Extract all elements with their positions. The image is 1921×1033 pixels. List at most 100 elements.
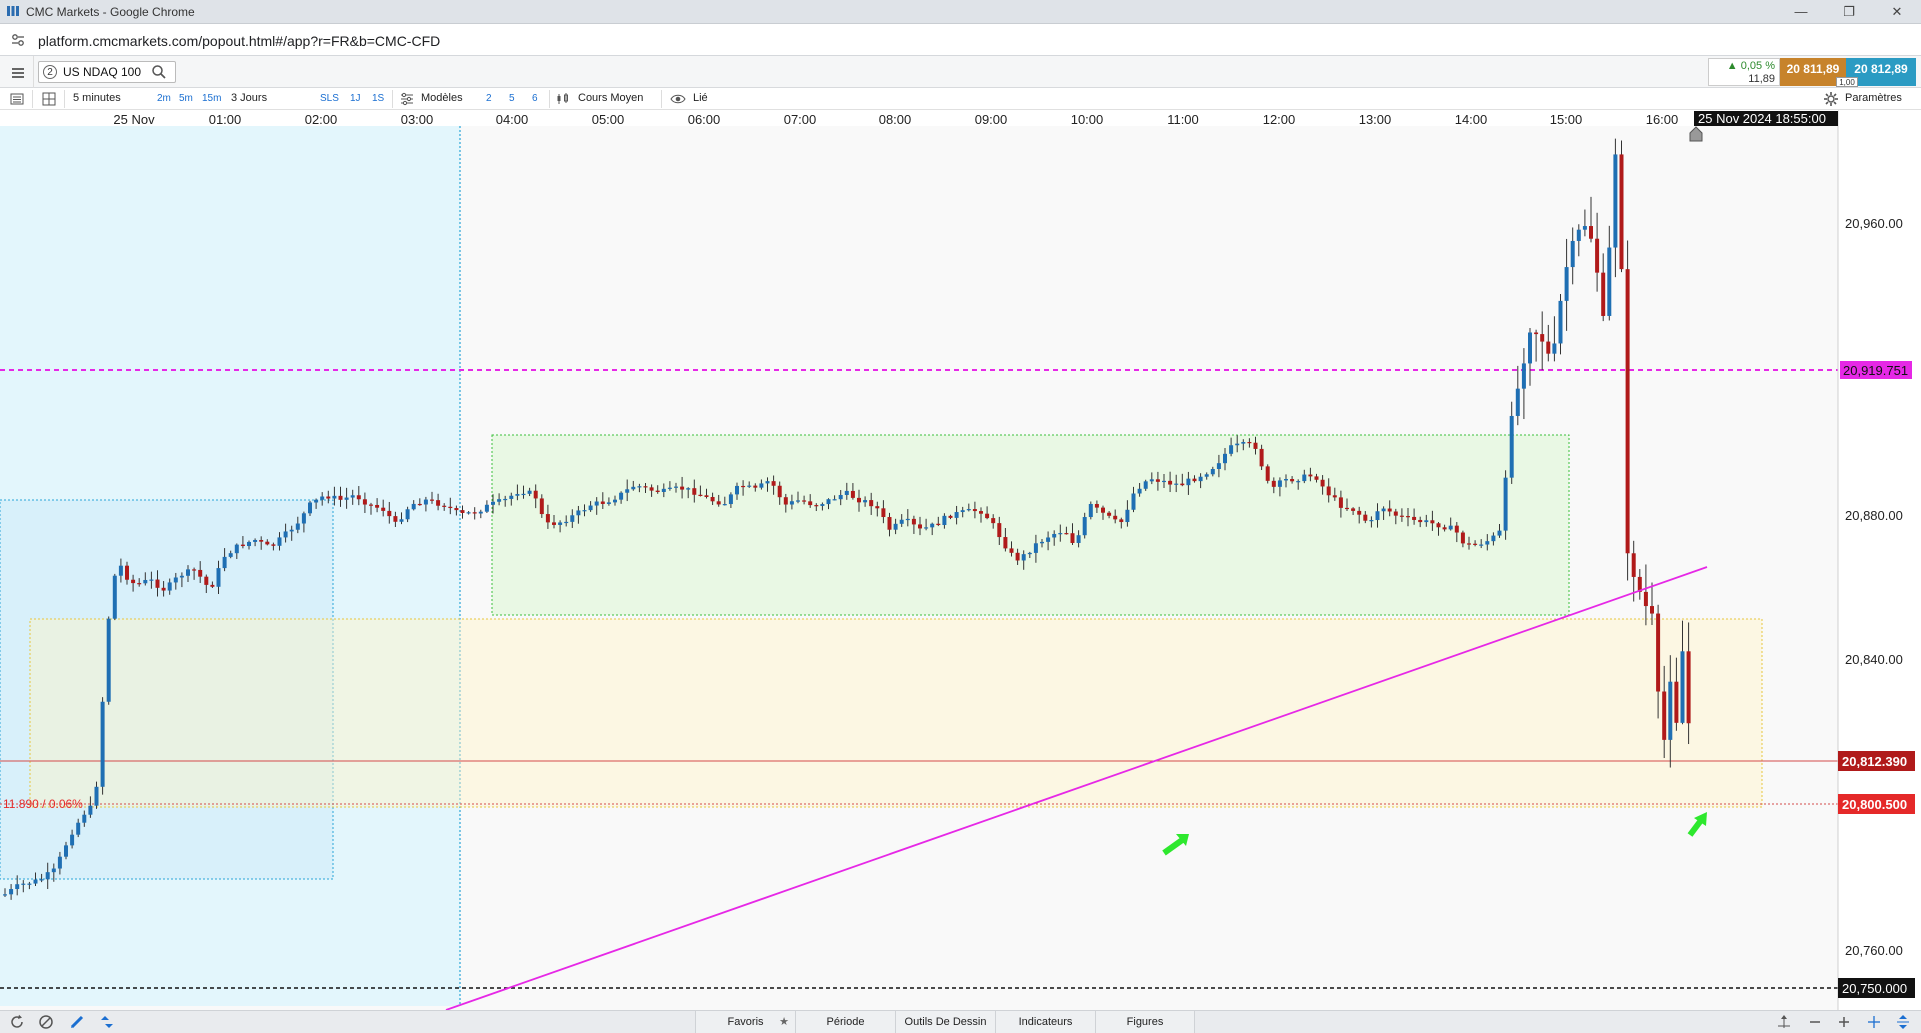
candle-body — [1613, 154, 1618, 248]
menu-button[interactable] — [0, 56, 34, 88]
price-type-dropdown[interactable]: Cours Moyen — [578, 92, 643, 104]
close-icon[interactable]: ✕ — [1877, 1, 1917, 23]
candle-body — [375, 504, 380, 508]
price-axis[interactable] — [1838, 110, 1921, 1010]
candle-body — [1430, 520, 1435, 524]
candle-body — [600, 501, 605, 504]
candle-body — [1460, 532, 1465, 544]
candle-body — [1534, 332, 1539, 335]
sls-button[interactable]: SLS — [320, 93, 339, 104]
period-dropdown[interactable]: 3 Jours — [231, 92, 267, 104]
candle-body — [667, 487, 672, 489]
interval-dropdown[interactable]: 5 minutes — [73, 92, 121, 104]
change-percent: ▲ 0,05 % — [1726, 60, 1775, 72]
tab-outils-de-dessin[interactable]: Outils De Dessin — [895, 1011, 995, 1033]
template-slot-6[interactable]: 6 — [532, 93, 538, 104]
restore-icon[interactable]: ❐ — [1829, 1, 1869, 23]
zoom-out-icon[interactable] — [1807, 1014, 1823, 1030]
candle-body — [9, 889, 14, 895]
candle-body — [265, 541, 270, 545]
candle-body — [777, 485, 782, 498]
tab-favoris[interactable]: Favoris ★ — [695, 1011, 795, 1033]
app-header: 2 US NDAQ 100 ▲ 0,05 % 11,89 20 811,89 2… — [0, 56, 1921, 88]
candle-body — [972, 509, 977, 512]
block-icon[interactable] — [38, 1014, 54, 1030]
period-1w-button[interactable]: 1S — [372, 93, 384, 104]
candle-body — [253, 539, 258, 542]
refresh-icon[interactable] — [9, 1014, 25, 1030]
change-annotation: 11.890 / 0.06% — [3, 797, 83, 811]
candle-body — [844, 490, 849, 495]
tab-indicateurs[interactable]: Indicateurs — [995, 1011, 1095, 1033]
candle-body — [173, 577, 178, 583]
candle-body — [716, 501, 721, 505]
candle-body — [997, 523, 1002, 538]
time-tick: 12:00 — [1263, 112, 1296, 127]
candle-body — [606, 502, 611, 504]
candle-body — [1149, 479, 1154, 482]
site-settings-icon[interactable] — [10, 32, 26, 48]
candle-body — [283, 531, 288, 538]
template-slot-5[interactable]: 5 — [509, 93, 515, 104]
fit-icon[interactable] — [1776, 1014, 1792, 1030]
candle-body — [582, 510, 587, 512]
time-tick: 10:00 — [1071, 112, 1104, 127]
swap-arrows-icon[interactable] — [99, 1014, 115, 1030]
candle-body — [619, 492, 624, 500]
candle-body — [1686, 651, 1691, 724]
candle-body — [1393, 511, 1398, 516]
candle-body — [1668, 681, 1673, 740]
instrument-name: US NDAQ 100 — [63, 65, 142, 79]
price-type-icon[interactable] — [555, 91, 571, 107]
instrument-slot-badge: 2 — [43, 65, 57, 79]
candle-body — [1296, 481, 1301, 483]
template-slot-2[interactable]: 2 — [486, 93, 492, 104]
minimize-icon[interactable]: — — [1781, 1, 1821, 23]
period-1d-button[interactable]: 1J — [350, 93, 361, 104]
settings-button[interactable]: Paramètres — [1845, 92, 1902, 104]
cursor-time-text: 25 Nov 2024 18:55:00 — [1698, 111, 1826, 126]
candle-body — [478, 511, 483, 514]
interval-5m-button[interactable]: 5m — [179, 93, 193, 104]
candle-body — [875, 506, 880, 509]
candle-body — [753, 485, 758, 488]
link-icon[interactable] — [670, 91, 686, 107]
tab-periode[interactable]: Période — [795, 1011, 895, 1033]
time-tick: 07:00 — [784, 112, 817, 127]
candle-body — [1058, 533, 1063, 535]
candle-body — [948, 515, 953, 518]
candle-body — [393, 516, 398, 522]
zoom-in-icon[interactable] — [1836, 1014, 1852, 1030]
candle-body — [1345, 507, 1349, 510]
gear-icon[interactable] — [1823, 91, 1839, 107]
url-text[interactable]: platform.cmcmarkets.com/popout.html#/app… — [38, 33, 440, 49]
candle-body — [1229, 445, 1234, 454]
templates-icon[interactable] — [399, 91, 415, 107]
layout-grid-icon[interactable] — [41, 91, 57, 107]
crosshair-icon[interactable] — [1866, 1014, 1882, 1030]
search-icon[interactable] — [151, 64, 167, 80]
expand-vertical-icon[interactable] — [1895, 1014, 1911, 1030]
price-chart-canvas[interactable]: 11.890 / 0.06% 20,960.00 20,880.00 20,84… — [0, 110, 1921, 1011]
interval-2m-button[interactable]: 2m — [157, 93, 171, 104]
price-chart[interactable]: 11.890 / 0.06% 20,960.00 20,880.00 20,84… — [0, 110, 1921, 1011]
time-tick: 06:00 — [688, 112, 721, 127]
candle-body — [143, 579, 148, 584]
candle-body — [1625, 269, 1630, 554]
candle-body — [661, 488, 666, 492]
candle-body — [210, 584, 215, 587]
linked-toggle[interactable]: Lié — [693, 92, 708, 104]
templates-menu[interactable]: Modèles — [421, 92, 463, 104]
candle-body — [94, 786, 99, 806]
candle-body — [1497, 530, 1502, 536]
time-tick: 04:00 — [496, 112, 529, 127]
instrument-selector[interactable]: 2 US NDAQ 100 — [38, 61, 176, 83]
pencil-icon[interactable] — [69, 1014, 85, 1030]
candle-body — [295, 523, 300, 530]
interval-15m-button[interactable]: 15m — [202, 93, 221, 104]
candle-body — [1351, 508, 1356, 511]
candle-body — [692, 488, 697, 495]
tab-figures[interactable]: Figures — [1095, 1011, 1195, 1033]
candle-body — [423, 499, 428, 505]
chart-list-icon[interactable] — [9, 91, 25, 107]
